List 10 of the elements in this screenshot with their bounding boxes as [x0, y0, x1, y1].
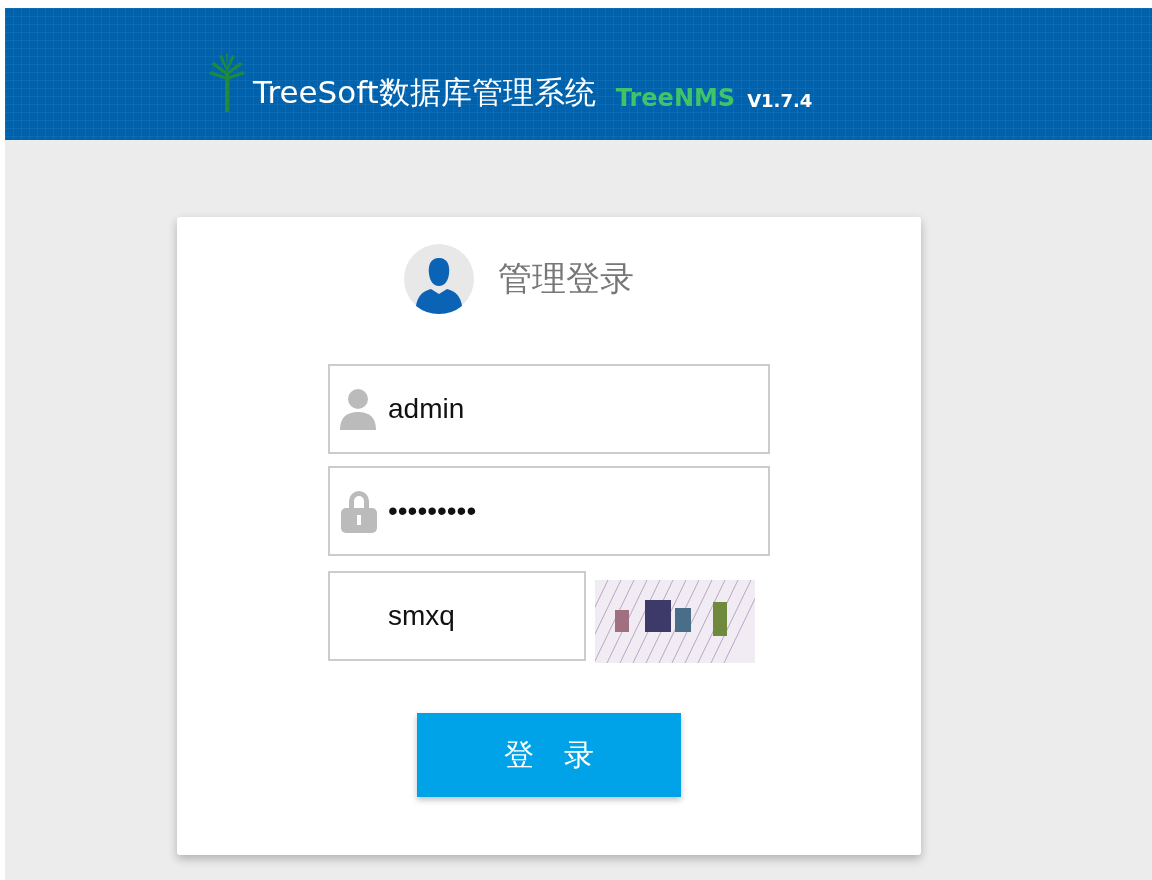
version-label: V1.7.4	[747, 90, 813, 111]
user-icon	[340, 388, 376, 430]
login-heading: 管理登录	[498, 257, 634, 300]
app-title: TreeSoft数据库管理系统	[253, 73, 596, 112]
username-field[interactable]: admin	[328, 364, 770, 454]
password-field[interactable]: •••••••••	[328, 466, 770, 556]
lock-icon	[340, 489, 378, 533]
captcha-field[interactable]: smxq	[328, 570, 586, 661]
product-name: TreeNMS	[615, 84, 736, 112]
avatar-icon	[404, 244, 474, 314]
